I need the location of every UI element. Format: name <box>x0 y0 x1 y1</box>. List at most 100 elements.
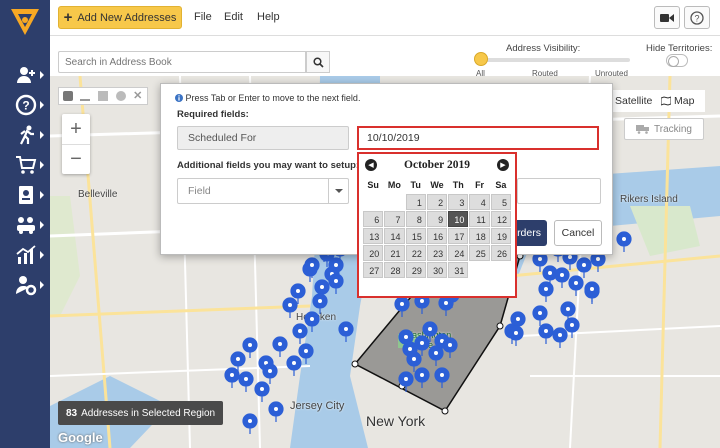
calendar-day[interactable]: 12 <box>490 211 511 227</box>
address-pin-icon[interactable] <box>286 355 302 376</box>
polyline-tool-icon[interactable] <box>80 91 91 101</box>
sidebar-item-analytics[interactable] <box>6 242 46 268</box>
address-pin-icon[interactable] <box>398 371 414 392</box>
sidebar-item-orders[interactable] <box>6 152 46 178</box>
address-pin-icon[interactable] <box>576 257 592 278</box>
cancel-button[interactable]: Cancel <box>554 220 602 246</box>
video-button[interactable] <box>654 6 680 29</box>
address-pin-icon[interactable] <box>242 337 258 358</box>
calendar-day[interactable]: 23 <box>426 245 448 261</box>
address-pin-icon[interactable] <box>312 293 328 314</box>
calendar-day[interactable]: 17 <box>448 228 469 244</box>
calendar-day[interactable]: 18 <box>469 228 490 244</box>
address-pin-icon[interactable] <box>442 337 458 358</box>
calendar-day[interactable]: 7 <box>384 211 405 227</box>
address-pin-icon[interactable] <box>242 413 258 434</box>
calendar-day[interactable]: 13 <box>363 228 384 244</box>
address-pin-dot <box>566 307 570 311</box>
calendar-day[interactable]: 20 <box>363 245 384 261</box>
address-pin-icon[interactable] <box>292 323 308 344</box>
menu-edit[interactable]: Edit <box>224 11 243 23</box>
address-pin-icon[interactable] <box>254 381 270 402</box>
calendar-day[interactable]: 14 <box>384 228 405 244</box>
address-pin-icon[interactable] <box>590 251 606 272</box>
add-new-addresses-button[interactable]: + Add New Addresses <box>58 6 182 29</box>
address-pin-icon[interactable] <box>508 325 524 346</box>
calendar-day[interactable]: 27 <box>363 262 384 278</box>
address-pin-icon[interactable] <box>552 327 568 348</box>
address-pin-icon[interactable] <box>538 323 554 344</box>
calendar-day[interactable]: 19 <box>490 228 511 244</box>
address-pin-icon[interactable] <box>224 367 240 388</box>
hand-tool-icon[interactable] <box>62 91 73 101</box>
visibility-slider-track[interactable] <box>478 58 630 62</box>
route4me-logo[interactable] <box>8 6 42 38</box>
calendar-day[interactable]: 2 <box>426 194 448 210</box>
address-pin-icon[interactable] <box>568 275 584 296</box>
calendar-day[interactable]: 4 <box>469 194 490 210</box>
address-pin-icon[interactable] <box>272 336 288 357</box>
calendar-day[interactable]: 1 <box>405 194 426 210</box>
sidebar-item-routes[interactable] <box>6 122 46 148</box>
calendar-day[interactable]: 11 <box>469 211 490 227</box>
calendar-day[interactable]: 15 <box>405 228 426 244</box>
tracking-button[interactable]: Tracking <box>624 118 704 140</box>
address-pin-icon[interactable] <box>394 296 410 317</box>
additional-field-value-input[interactable] <box>517 178 601 204</box>
address-pin-icon[interactable] <box>538 281 554 302</box>
address-pin-icon[interactable] <box>616 231 632 252</box>
zoom-out-button[interactable]: − <box>62 144 90 174</box>
search-button[interactable] <box>306 51 330 73</box>
menu-file[interactable]: File <box>194 11 212 23</box>
clear-tool-icon[interactable]: ✕ <box>133 91 143 102</box>
help-button[interactable]: ? <box>684 6 710 29</box>
calendar-day[interactable]: 26 <box>490 245 511 261</box>
rectangle-tool-icon[interactable] <box>97 91 108 101</box>
prev-month-icon[interactable]: ◀ <box>365 159 377 171</box>
address-pin-icon[interactable] <box>328 273 344 294</box>
address-pin-icon[interactable] <box>268 401 284 422</box>
address-book-search-input[interactable] <box>58 51 306 73</box>
address-pin-icon[interactable] <box>262 363 278 384</box>
calendar-day-selected[interactable]: 10 <box>448 211 469 227</box>
sidebar-item-add-user[interactable] <box>6 62 46 88</box>
next-month-icon[interactable]: ▶ <box>497 159 509 171</box>
sidebar-item-help[interactable]: ? <box>6 92 46 118</box>
calendar-day[interactable]: 28 <box>384 262 405 278</box>
calendar-day[interactable]: 5 <box>490 194 511 210</box>
calendar-day[interactable]: 29 <box>405 262 426 278</box>
map-type-satellite[interactable]: Satellite <box>613 90 659 112</box>
address-pin-dot <box>248 343 252 347</box>
address-pin-icon[interactable] <box>532 305 548 326</box>
calendar-day[interactable]: 30 <box>426 262 448 278</box>
map-type-map[interactable]: Map <box>659 90 705 112</box>
scheduled-date-input[interactable]: 10/10/2019 <box>357 126 599 150</box>
address-pin-icon[interactable] <box>414 367 430 388</box>
address-pin-icon[interactable] <box>428 345 444 366</box>
calendar-day[interactable]: 16 <box>426 228 448 244</box>
menu-help[interactable]: Help <box>257 11 280 23</box>
calendar-day[interactable]: 9 <box>426 211 448 227</box>
zoom-in-button[interactable]: + <box>62 114 90 144</box>
sidebar-item-address-book[interactable] <box>6 182 46 208</box>
calendar-day[interactable]: 3 <box>448 194 469 210</box>
calendar-day[interactable]: 31 <box>448 262 469 278</box>
sidebar-item-settings[interactable] <box>6 272 46 298</box>
calendar-day[interactable]: 21 <box>384 245 405 261</box>
sidebar-item-team[interactable] <box>6 212 46 238</box>
calendar-day[interactable]: 6 <box>363 211 384 227</box>
address-pin-icon[interactable] <box>434 367 450 388</box>
address-pin-icon[interactable] <box>338 321 354 342</box>
address-pin-icon[interactable] <box>584 281 600 302</box>
address-pin-icon[interactable] <box>554 267 570 288</box>
calendar-day[interactable]: 22 <box>405 245 426 261</box>
hide-territories-toggle[interactable] <box>666 54 688 67</box>
address-pin-icon[interactable] <box>282 297 298 318</box>
calendar-day[interactable]: 25 <box>469 245 490 261</box>
calendar-day[interactable]: 24 <box>448 245 469 261</box>
calendar-day[interactable]: 8 <box>405 211 426 227</box>
visibility-slider-thumb[interactable] <box>474 52 488 66</box>
address-pin-icon[interactable] <box>238 371 254 392</box>
circle-tool-icon[interactable] <box>115 91 126 101</box>
additional-field-select[interactable]: Field <box>177 178 349 204</box>
